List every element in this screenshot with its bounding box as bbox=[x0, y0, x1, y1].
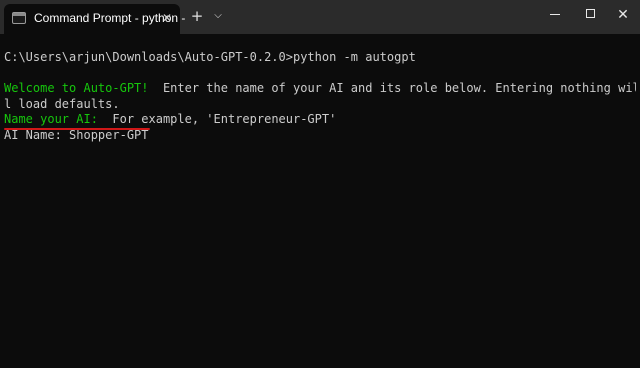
welcome-text: Enter the name of your AI and its role b… bbox=[148, 81, 636, 95]
name-prompt-line: Name your AI: For example, 'Entrepreneur… bbox=[4, 112, 636, 128]
close-icon: ✕ bbox=[617, 7, 629, 23]
title-bar[interactable]: Command Prompt - python - ✕ + ⌵ ✕ bbox=[0, 0, 640, 34]
minimize-icon bbox=[550, 14, 560, 15]
command-line: C:\Users\arjun\Downloads\Auto-GPT-0.2.0>… bbox=[4, 50, 636, 66]
terminal-icon bbox=[12, 12, 26, 24]
welcome-cont-text: l load defaults. bbox=[4, 96, 120, 111]
new-tab-button[interactable]: + bbox=[188, 7, 206, 25]
close-window-button[interactable]: ✕ bbox=[600, 0, 640, 30]
name-prompt-text: For example, 'Entrepreneur-GPT' bbox=[97, 112, 337, 126]
welcome-line: Welcome to Auto-GPT! Enter the name of y… bbox=[4, 81, 636, 97]
command-text: C:\Users\arjun\Downloads\Auto-GPT-0.2.0>… bbox=[4, 50, 416, 64]
highlight-underline bbox=[4, 128, 150, 130]
tab-command-prompt[interactable]: Command Prompt - python - ✕ bbox=[4, 4, 185, 34]
close-tab-icon[interactable]: ✕ bbox=[158, 9, 176, 27]
welcome-continuation: l load defaults. bbox=[4, 97, 636, 113]
terminal-window: Command Prompt - python - ✕ + ⌵ ✕ C:\Use… bbox=[0, 0, 640, 368]
name-prompt-label: Name your AI: bbox=[4, 112, 98, 126]
maximize-icon bbox=[586, 9, 595, 18]
chevron-down-icon[interactable]: ⌵ bbox=[210, 8, 226, 24]
welcome-label: Welcome to Auto-GPT! bbox=[4, 81, 149, 95]
terminal-output[interactable]: C:\Users\arjun\Downloads\Auto-GPT-0.2.0>… bbox=[0, 34, 640, 368]
